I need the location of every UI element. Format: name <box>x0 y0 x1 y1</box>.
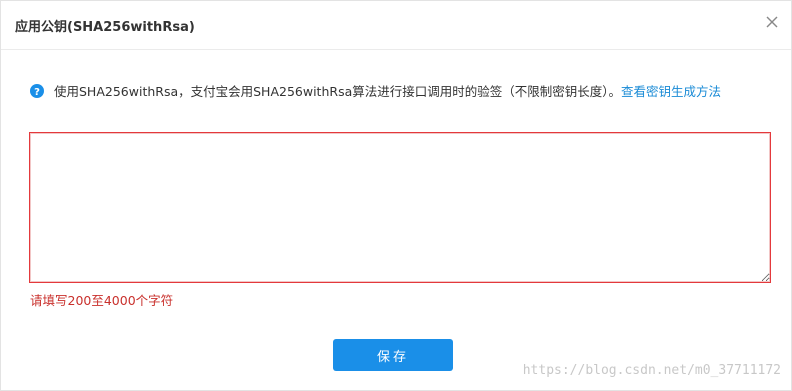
validation-error-text: 请填写200至4000个字符 <box>30 293 174 308</box>
key-generation-help-link[interactable]: 查看密钥生成方法 <box>621 84 721 99</box>
save-button[interactable]: 保存 <box>333 339 453 371</box>
tip-text: 使用SHA256withRsa，支付宝会用SHA256withRsa算法进行接口… <box>54 82 764 102</box>
public-key-dialog: 应用公钥(SHA256withRsa) ? 使用SHA256withRsa，支付… <box>0 0 792 391</box>
close-icon[interactable] <box>764 14 780 30</box>
svg-text:?: ? <box>34 87 40 98</box>
question-circle-icon: ? <box>30 83 44 98</box>
public-key-input[interactable] <box>29 132 771 283</box>
tip-description: 使用SHA256withRsa，支付宝会用SHA256withRsa算法进行接口… <box>54 84 621 99</box>
dialog-title: 应用公钥(SHA256withRsa) <box>15 20 195 35</box>
dialog-header: 应用公钥(SHA256withRsa) <box>1 1 791 50</box>
watermark-text: https://blog.csdn.net/m0_37711172 <box>522 363 781 378</box>
